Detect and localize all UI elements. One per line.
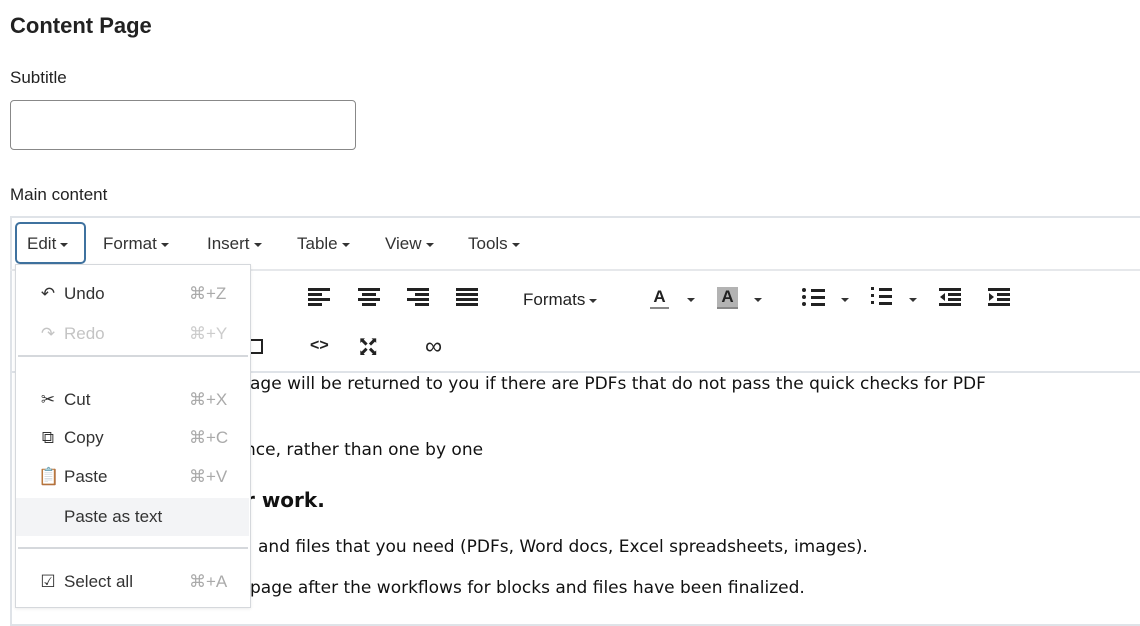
- numbered-list-icon[interactable]: [871, 286, 893, 305]
- content-heading: r work.: [245, 488, 325, 512]
- menu-label: Edit: [27, 234, 57, 253]
- background-color-dropdown-icon[interactable]: [754, 298, 762, 302]
- content-line: and files that you need (PDFs, Word docs…: [258, 537, 868, 557]
- menu-edit[interactable]: Edit: [27, 234, 69, 254]
- chevron-down-icon: [60, 242, 69, 247]
- menu-label: Format: [103, 234, 157, 253]
- chevron-down-icon: [589, 298, 598, 303]
- menu-item-select-all[interactable]: ☑ Select all ⌘+A: [16, 563, 249, 601]
- item-shortcut: ⌘+A: [189, 572, 228, 591]
- menu-item-paste-as-text[interactable]: Paste as text: [16, 498, 249, 536]
- numbered-list-dropdown-icon[interactable]: [909, 298, 917, 302]
- menu-view[interactable]: View: [385, 234, 434, 254]
- align-right-icon[interactable]: [407, 288, 429, 306]
- menu-tools[interactable]: Tools: [468, 234, 520, 254]
- align-justify-icon[interactable]: [456, 288, 478, 306]
- cut-icon: ✂: [40, 390, 56, 409]
- item-label: Select all: [64, 572, 133, 591]
- menu-divider: [18, 355, 248, 357]
- formats-dropdown[interactable]: Formats: [523, 290, 598, 310]
- background-color-icon[interactable]: A: [717, 287, 738, 309]
- item-label: Cut: [64, 390, 91, 409]
- content-line: nce, rather than one by one: [245, 440, 484, 460]
- item-label: Paste as text: [64, 507, 163, 526]
- menu-format[interactable]: Format: [103, 234, 169, 254]
- item-label: Undo: [64, 284, 105, 303]
- formats-label: Formats: [523, 290, 586, 309]
- content-line: page after the workflows for blocks and …: [250, 578, 805, 598]
- align-center-icon[interactable]: [358, 288, 380, 306]
- page-title: Content Page: [10, 13, 152, 38]
- edit-dropdown-menu: ↶ Undo ⌘+Z ↷ Redo ⌘+Y ✂ Cut ⌘+X ⧉ Copy ⌘+C 📋 Past…: [15, 264, 251, 608]
- align-left-icon[interactable]: [308, 288, 330, 306]
- menu-item-undo[interactable]: ↶ Undo ⌘+Z: [16, 275, 249, 313]
- indent-icon[interactable]: [988, 288, 1010, 306]
- menu-item-copy[interactable]: ⧉ Copy ⌘+C: [16, 419, 249, 457]
- menu-item-paste[interactable]: 📋 Paste ⌘+V: [16, 458, 249, 496]
- chevron-down-icon: [253, 242, 262, 247]
- chevron-down-icon: [341, 242, 350, 247]
- redo-icon: ↷: [40, 324, 56, 343]
- editor-menubar: [10, 216, 1140, 271]
- main-content-label: Main content: [10, 185, 108, 204]
- menu-label: Table: [297, 234, 338, 253]
- outdent-icon[interactable]: [939, 288, 961, 306]
- bullet-list-dropdown-icon[interactable]: [841, 298, 849, 302]
- subtitle-label: Subtitle: [10, 68, 67, 87]
- menu-divider: [18, 547, 248, 549]
- item-label: Copy: [64, 428, 104, 447]
- undo-icon: ↶: [40, 284, 56, 303]
- menu-item-redo[interactable]: ↷ Redo ⌘+Y: [16, 315, 249, 353]
- code-icon[interactable]: <>: [310, 337, 329, 355]
- menu-insert[interactable]: Insert: [207, 234, 262, 254]
- menu-label: View: [385, 234, 422, 253]
- menu-item-cut[interactable]: ✂ Cut ⌘+X: [16, 381, 249, 419]
- chevron-down-icon: [160, 242, 169, 247]
- item-shortcut: ⌘+Y: [189, 324, 228, 343]
- menu-label: Insert: [207, 234, 250, 253]
- item-label: Paste: [64, 467, 108, 486]
- menu-label: Tools: [468, 234, 508, 253]
- item-shortcut: ⌘+Z: [189, 284, 227, 303]
- copy-icon: ⧉: [41, 428, 55, 447]
- link-icon[interactable]: ∞: [425, 333, 442, 361]
- paste-icon: 📋: [38, 467, 60, 486]
- content-line: age will be returned to you if there are…: [250, 374, 986, 394]
- fullscreen-icon[interactable]: ⬉⬈ ⬋⬊: [359, 337, 380, 358]
- bullet-list-icon[interactable]: [802, 288, 825, 306]
- chevron-down-icon: [511, 242, 520, 247]
- item-shortcut: ⌘+V: [189, 467, 228, 486]
- checkbox-icon: ☑: [40, 572, 56, 591]
- media-icon[interactable]: [250, 339, 263, 354]
- text-color-icon[interactable]: A: [650, 287, 669, 309]
- text-color-dropdown-icon[interactable]: [687, 298, 695, 302]
- item-label: Redo: [64, 324, 105, 343]
- subtitle-input[interactable]: [10, 100, 356, 150]
- item-shortcut: ⌘+X: [189, 390, 228, 409]
- item-shortcut: ⌘+C: [189, 428, 229, 447]
- chevron-down-icon: [425, 242, 434, 247]
- menu-table[interactable]: Table: [297, 234, 350, 254]
